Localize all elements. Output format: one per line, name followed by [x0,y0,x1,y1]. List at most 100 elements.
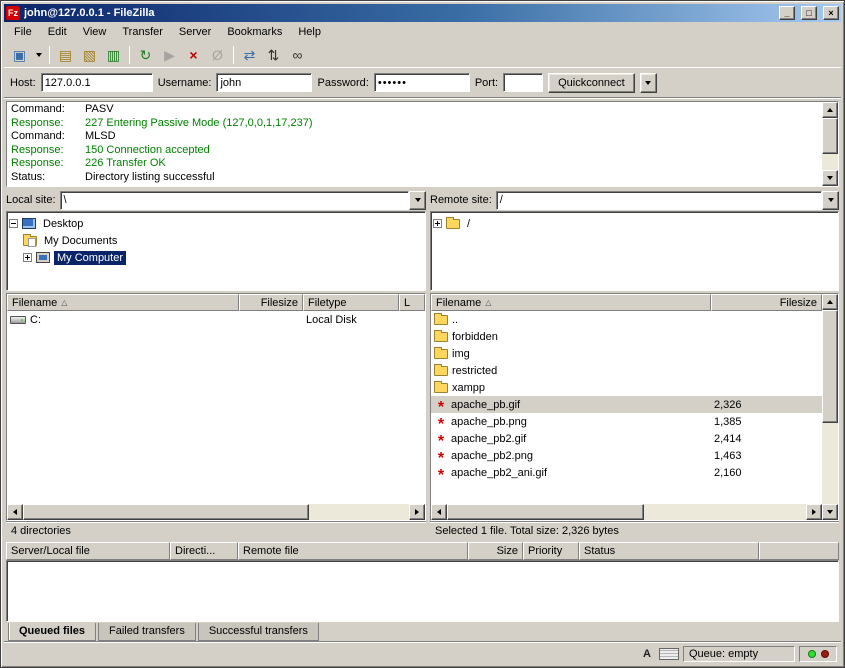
refresh-button[interactable]: ↻ [134,44,157,66]
port-label: Port: [475,77,498,89]
column-header-priority[interactable]: Priority [523,542,579,560]
file-row[interactable]: forbidden [431,328,822,345]
local-site-dropdown-button[interactable] [409,191,426,210]
queue-header: Server/Local file Directi... Remote file… [6,542,839,560]
column-header-filesize[interactable]: Filesize [239,294,303,311]
file-row[interactable]: .. [431,311,822,328]
folder-icon [434,366,448,376]
column-header-filetype[interactable]: Filetype [303,294,399,311]
expand-icon[interactable] [433,219,442,228]
local-horizontal-scrollbar[interactable] [7,504,425,520]
scroll-down-button[interactable] [822,170,838,186]
file-row[interactable]: *apache_pb.png 1,385 [431,413,822,430]
quickconnect-dropdown-button[interactable] [640,73,657,93]
menu-item-file[interactable]: File [6,23,40,41]
scroll-thumb[interactable] [23,504,309,520]
minimize-button[interactable]: _ [779,6,795,20]
scroll-thumb[interactable] [822,118,838,154]
scroll-track[interactable] [822,310,838,504]
title-bar[interactable]: Fz john@127.0.0.1 - FileZilla _ □ × [4,4,841,22]
scroll-track[interactable] [822,118,838,170]
quickconnect-button[interactable]: Quickconnect [548,73,635,93]
window-title: john@127.0.0.1 - FileZilla [24,7,773,19]
column-header-direction[interactable]: Directi... [170,542,238,560]
remote-file-rows[interactable]: .. forbidden img restricted [431,311,822,504]
local-site-combo[interactable]: \ [60,191,426,210]
menu-item-bookmarks[interactable]: Bookmarks [219,23,290,41]
port-input[interactable] [503,73,543,92]
synchronized-browsing-button[interactable]: ⇅ [262,44,285,66]
site-manager-button[interactable]: ▣ [8,44,31,66]
column-header-server-local-file[interactable]: Server/Local file [6,542,170,560]
username-input[interactable] [216,73,312,92]
menu-item-view[interactable]: View [75,23,115,41]
tree-item-root[interactable]: / [433,215,836,232]
collapse-icon[interactable] [9,219,18,228]
find-files-button[interactable]: ∞ [286,44,309,66]
file-size [711,328,717,345]
menu-item-server[interactable]: Server [171,23,219,41]
scroll-right-button[interactable] [806,504,822,520]
file-row[interactable]: *apache_pb2_ani.gif 2,160 [431,464,822,481]
file-row[interactable]: restricted [431,362,822,379]
site-manager-icon: ▣ [13,48,26,62]
column-header-filesize[interactable]: Filesize [711,294,822,311]
directory-comparison-button[interactable]: ⇄ [238,44,261,66]
tab-queued-files[interactable]: Queued files [8,623,96,641]
tree-item-my-computer[interactable]: My Computer [9,249,423,266]
file-row[interactable]: img [431,345,822,362]
queue-body[interactable] [6,560,839,622]
scroll-down-button[interactable] [822,504,838,520]
scroll-track[interactable] [23,504,409,520]
column-header-filename[interactable]: Filename△ [7,294,239,311]
scroll-track[interactable] [447,504,806,520]
column-header-filename[interactable]: Filename△ [431,294,711,311]
maximize-button[interactable]: □ [801,6,817,20]
password-input[interactable] [374,73,470,92]
file-row[interactable]: *apache_pb2.png 1,463 [431,447,822,464]
column-header-size[interactable]: Size [468,542,523,560]
menu-item-transfer[interactable]: Transfer [114,23,171,41]
file-row-selected[interactable]: *apache_pb.gif 2,326 [431,396,822,413]
remote-site-combo[interactable]: / [496,191,839,210]
scroll-up-button[interactable] [822,294,838,310]
file-row[interactable]: xampp [431,379,822,396]
column-header-remote-file[interactable]: Remote file [238,542,468,560]
scroll-right-button[interactable] [409,504,425,520]
process-queue-button[interactable]: ▶ [158,44,181,66]
file-row[interactable]: *apache_pb2.gif 2,414 [431,430,822,447]
toggle-message-log-button[interactable]: ▤ [54,44,77,66]
local-file-rows[interactable]: C: Local Disk [7,311,425,504]
toggle-transfer-queue-button[interactable]: ▥ [102,44,125,66]
remote-vertical-scrollbar[interactable] [822,294,838,520]
cancel-button[interactable]: × [182,44,205,66]
menu-item-help[interactable]: Help [290,23,329,41]
tab-successful-transfers[interactable]: Successful transfers [198,623,319,641]
folder-icon [434,349,448,359]
remote-horizontal-scrollbar[interactable] [431,504,822,520]
disconnect-button[interactable]: Ø [206,44,229,66]
close-button[interactable]: × [823,6,839,20]
chevron-down-icon [645,81,651,85]
file-name: apache_pb2.gif [451,433,526,445]
scroll-thumb[interactable] [447,504,644,520]
column-header-status[interactable]: Status [579,542,759,560]
file-row[interactable]: C: Local Disk [7,311,425,328]
scroll-thumb[interactable] [822,310,838,423]
message-log-icon: ▤ [59,48,72,62]
scroll-left-button[interactable] [431,504,447,520]
menu-item-edit[interactable]: Edit [40,23,75,41]
site-manager-dropdown-button[interactable] [32,44,45,66]
column-header-lastmodified[interactable]: L [399,294,425,311]
toggle-directory-trees-button[interactable]: ▧ [78,44,101,66]
host-input[interactable] [41,73,153,92]
tree-item-desktop[interactable]: Desktop [9,215,423,232]
log-scrollbar[interactable] [822,102,838,186]
expand-icon[interactable] [23,253,32,262]
directory-comparison-icon: ⇄ [244,48,256,62]
scroll-up-button[interactable] [822,102,838,118]
tree-item-my-documents[interactable]: My Documents [9,232,423,249]
remote-site-dropdown-button[interactable] [822,191,839,210]
scroll-left-button[interactable] [7,504,23,520]
tab-failed-transfers[interactable]: Failed transfers [98,623,196,641]
